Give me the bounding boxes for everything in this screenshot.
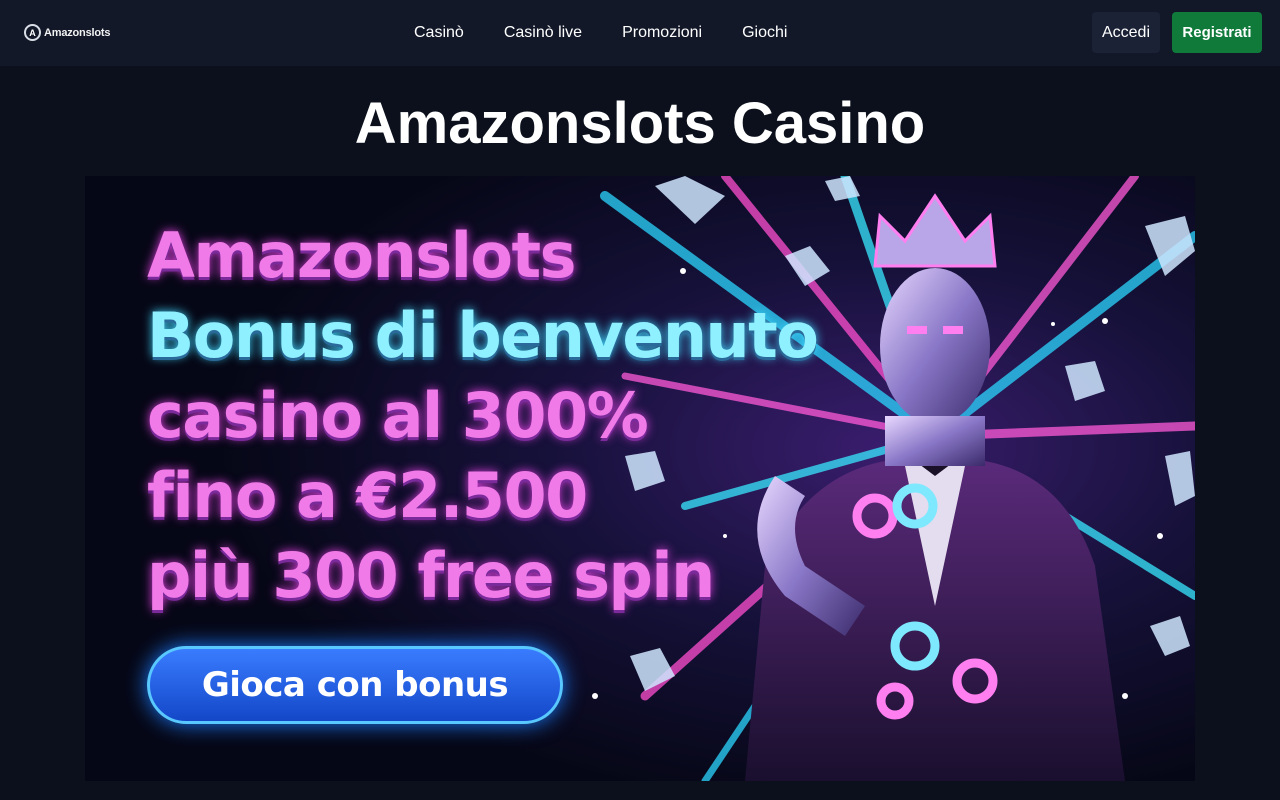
- banner-line-brand: Amazonslots: [147, 219, 577, 292]
- play-with-bonus-button[interactable]: Gioca con bonus: [147, 646, 563, 724]
- nav-games[interactable]: Giochi: [722, 0, 807, 66]
- logo-mark-icon: A: [24, 24, 41, 41]
- main-nav: Casinò Casinò live Promozioni Giochi: [394, 0, 807, 66]
- banner-line-percent: casino al 300%: [147, 379, 649, 452]
- banner-line-spins: più 300 free spin: [147, 539, 715, 612]
- logo-text: Amazonslots: [44, 26, 111, 39]
- promo-banner[interactable]: Amazonslots Bonus di benvenuto casino al…: [85, 176, 1195, 781]
- banner-line-amount: fino a €2.500: [147, 459, 588, 532]
- top-navbar: A Amazonslots Casinò Casinò live Promozi…: [0, 0, 1280, 66]
- nav-promotions[interactable]: Promozioni: [602, 0, 722, 66]
- nav-casino[interactable]: Casinò: [394, 0, 484, 66]
- page-title: Amazonslots Casino: [354, 91, 926, 156]
- register-button[interactable]: Registrati: [1172, 12, 1262, 53]
- banner-headline: Amazonslots Bonus di benvenuto casino al…: [147, 216, 819, 616]
- nav-live-casino[interactable]: Casinò live: [484, 0, 602, 66]
- site-logo[interactable]: A Amazonslots: [24, 24, 110, 41]
- banner-line-bonus: Bonus di benvenuto: [147, 299, 819, 372]
- login-button[interactable]: Accedi: [1092, 12, 1160, 53]
